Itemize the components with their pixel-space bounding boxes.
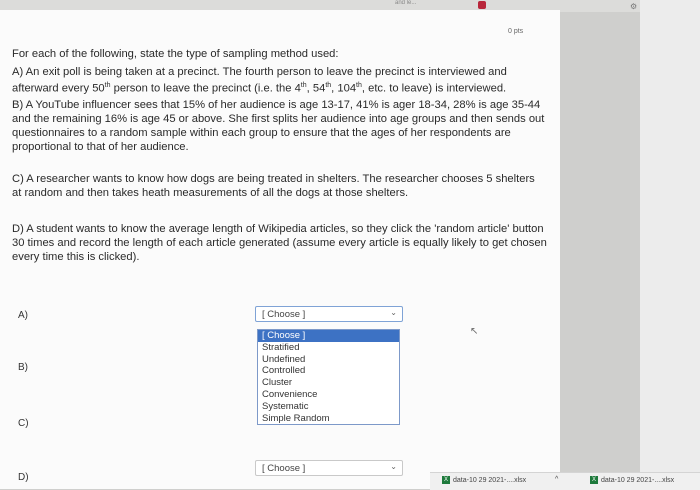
- answer-label-d: D): [18, 472, 29, 483]
- answer-label-a: A): [18, 310, 28, 321]
- question-part-d: D) A student wants to know the average l…: [12, 223, 547, 263]
- answer-label-c: C): [18, 418, 29, 429]
- gear-icon[interactable]: ⚙: [630, 2, 637, 11]
- download-item[interactable]: Xdata-10 29 2021-....xlsx: [442, 476, 526, 484]
- question-intro: For each of the following, state the typ…: [12, 48, 339, 60]
- right-side-panel: [640, 0, 700, 489]
- chevron-down-icon: ⌄: [390, 308, 397, 317]
- dropdown-menu: [ Choose ] Stratified Undefined Controll…: [257, 329, 400, 426]
- dropdown-option-simple-random[interactable]: Simple Random: [258, 413, 399, 425]
- download-item[interactable]: Xdata-10 29 2021-....xlsx: [590, 476, 674, 484]
- dropdown-option-undefined[interactable]: Undefined: [258, 354, 399, 366]
- question-part-c: C) A researcher wants to know how dogs a…: [12, 173, 535, 199]
- answer-select-d[interactable]: [ Choose ] ⌄: [255, 460, 403, 476]
- chevron-down-icon: ⌄: [390, 462, 397, 471]
- chevron-up-icon[interactable]: ^: [555, 476, 558, 483]
- excel-file-icon: X: [590, 476, 598, 484]
- download-bar: Xdata-10 29 2021-....xlsx ^ Xdata-10 29 …: [430, 472, 700, 490]
- question-part-a: A) An exit poll is being taken at a prec…: [12, 66, 507, 95]
- dropdown-option-stratified[interactable]: Stratified: [258, 342, 399, 354]
- excel-file-icon: X: [442, 476, 450, 484]
- red-tab-icon[interactable]: [478, 1, 486, 9]
- tab-title[interactable]: and le...: [395, 0, 416, 6]
- dropdown-option-choose[interactable]: [ Choose ]: [258, 330, 399, 342]
- dropdown-option-convenience[interactable]: Convenience: [258, 389, 399, 401]
- mouse-cursor-icon: ↖: [470, 326, 479, 337]
- points-label: 0 pts: [508, 28, 524, 35]
- answer-label-b: B): [18, 362, 28, 373]
- dropdown-option-controlled[interactable]: Controlled: [258, 365, 399, 377]
- answer-select-a[interactable]: [ Choose ] ⌄: [255, 306, 403, 322]
- dropdown-option-systematic[interactable]: Systematic: [258, 401, 399, 413]
- question-part-b: B) A YouTube influencer sees that 15% of…: [12, 99, 545, 153]
- dropdown-option-cluster[interactable]: Cluster: [258, 377, 399, 389]
